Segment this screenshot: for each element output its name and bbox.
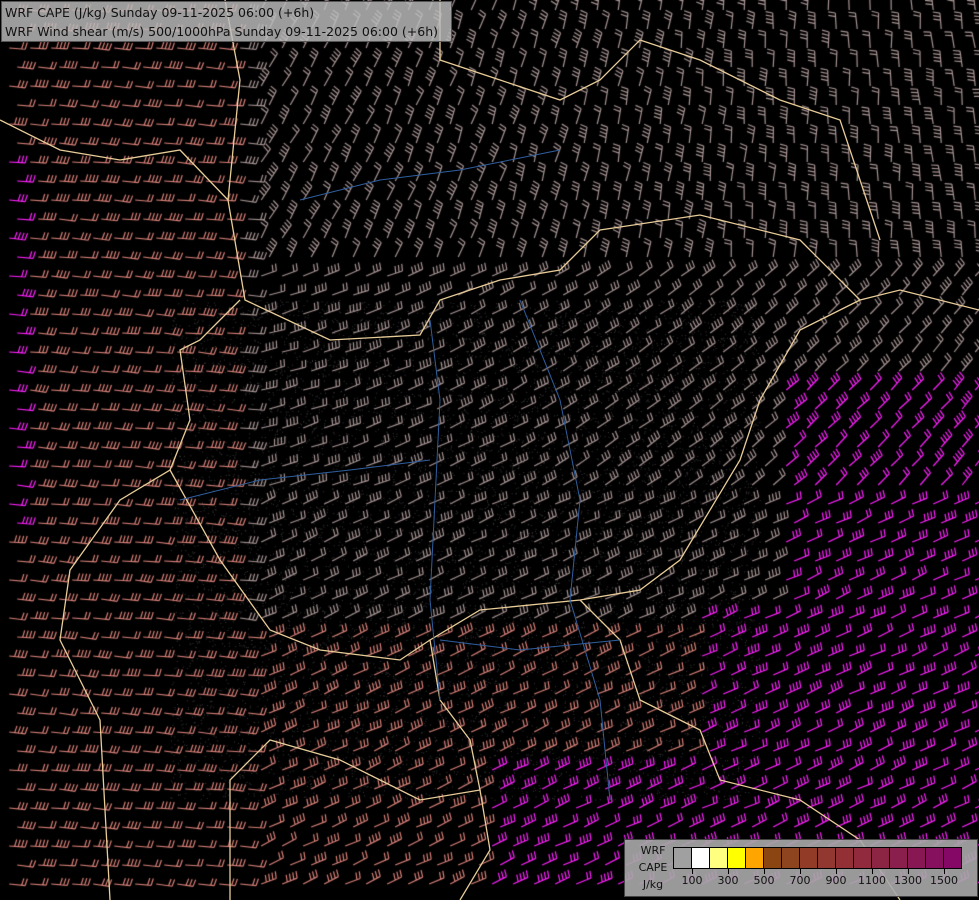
legend-tick-label: 900 xyxy=(825,874,847,887)
border-line xyxy=(224,0,979,341)
river-line xyxy=(179,459,431,501)
legend-tick-label: 1100 xyxy=(858,874,886,887)
legend-swatch xyxy=(782,848,800,868)
legend-tick-label: 1300 xyxy=(894,874,922,887)
legend-label-cape: CAPE xyxy=(638,861,668,874)
wind-shear-title: WRF Wind shear (m/s) 500/1000hPa Sunday … xyxy=(5,24,438,39)
border-line xyxy=(459,789,491,900)
legend-swatch xyxy=(674,848,692,868)
legend-swatch xyxy=(854,848,872,868)
border-line xyxy=(229,639,481,900)
legend-swatch xyxy=(728,848,746,868)
legend-tick-label: 1500 xyxy=(930,874,958,887)
legend-swatch xyxy=(872,848,890,868)
legend-tick-label: 100 xyxy=(681,874,703,887)
river-line xyxy=(299,149,561,201)
legend-swatch xyxy=(908,848,926,868)
legend-swatch xyxy=(926,848,944,868)
cape-legend: WRF CAPE J/kg 100 300 500 700 900 1100 1300 150… xyxy=(624,839,978,897)
legend-swatch xyxy=(764,848,782,868)
legend-tick-label: 500 xyxy=(753,874,775,887)
legend-label-unit: J/kg xyxy=(642,878,664,891)
legend-swatch xyxy=(836,848,854,868)
river-line xyxy=(439,639,621,651)
border-line xyxy=(439,0,881,241)
legend-swatch xyxy=(800,848,818,868)
legend-swatch xyxy=(944,848,961,868)
legend-swatch xyxy=(692,848,710,868)
map-title-box: WRF CAPE (J/kg) Sunday 09-11-2025 06:00 … xyxy=(1,1,452,42)
river-line xyxy=(429,319,441,701)
legend-color-scale xyxy=(673,847,962,869)
border-line xyxy=(169,299,861,661)
legend-label-wrf: WRF xyxy=(640,844,666,857)
legend-swatch xyxy=(746,848,764,868)
border-line xyxy=(0,119,229,201)
legend-tick-label: 300 xyxy=(717,874,739,887)
legend-swatch xyxy=(818,848,836,868)
river-line xyxy=(519,299,611,801)
cape-title: WRF CAPE (J/kg) Sunday 09-11-2025 06:00 … xyxy=(5,5,315,20)
weather-map[interactable]: WRF CAPE (J/kg) Sunday 09-11-2025 06:00 … xyxy=(0,0,979,900)
legend-swatch xyxy=(710,848,728,868)
legend-tick-label: 700 xyxy=(789,874,811,887)
legend-swatch xyxy=(890,848,908,868)
border-line xyxy=(59,299,241,900)
country-borders-layer xyxy=(0,0,979,900)
